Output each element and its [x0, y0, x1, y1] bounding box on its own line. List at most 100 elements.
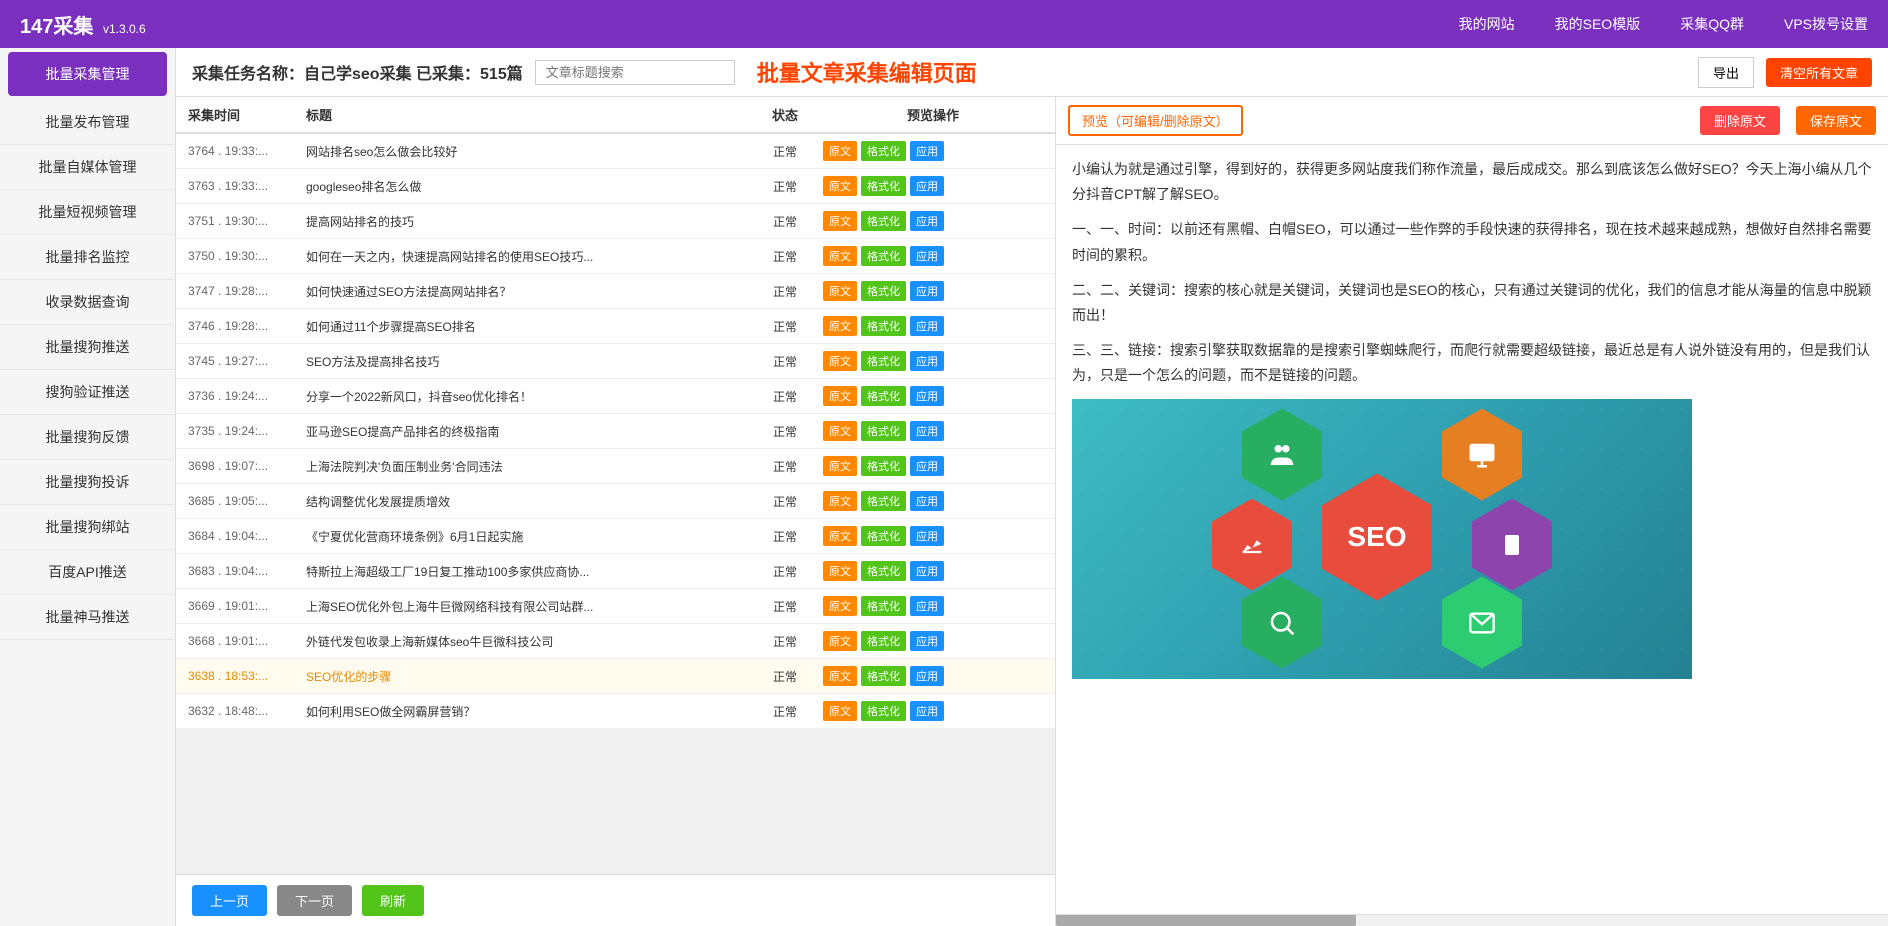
preview-paragraph-1: 小编认为就是通过引擎，得到好的，获得更多网站度我们称作流量，最后成成交。那么到底… [1072, 157, 1872, 207]
sidebar-item-batch-media[interactable]: 批量自媒体管理 [0, 145, 175, 190]
op-format[interactable]: 格式化 [861, 176, 906, 196]
table-row: 3632 . 18:48:... 如何利用SEO做全网霸屏营销？ 正常 原文 格… [176, 694, 1055, 729]
preview-edit-button[interactable]: 预览（可编辑/删除原文） [1068, 105, 1243, 136]
op-apply[interactable]: 应用 [910, 561, 944, 581]
table-row: 3684 . 19:04:... 《宁夏优化营商环境条例》6月1日起实施 正常 … [176, 519, 1055, 554]
op-apply[interactable]: 应用 [910, 421, 944, 441]
op-apply[interactable]: 应用 [910, 281, 944, 301]
sidebar-item-batch-rank[interactable]: 批量排名监控 [0, 235, 175, 280]
prev-page-button[interactable]: 上一页 [192, 885, 267, 916]
op-apply[interactable]: 应用 [910, 316, 944, 336]
nav-qq-group[interactable]: 采集QQ群 [1680, 14, 1744, 34]
op-apply[interactable]: 应用 [910, 596, 944, 616]
sidebar-item-batch-sogou-bind[interactable]: 批量搜狗绑站 [0, 505, 175, 550]
op-apply[interactable]: 应用 [910, 386, 944, 406]
table-header: 采集时间 标题 状态 预览操作 [176, 97, 1055, 134]
table-row: 3750 . 19:30:... 如何在一天之内，快速提高网站排名的使用SEO技… [176, 239, 1055, 274]
op-original[interactable]: 原文 [823, 561, 857, 581]
hex-people [1242, 409, 1322, 501]
op-apply[interactable]: 应用 [910, 211, 944, 231]
sidebar-item-batch-collect[interactable]: 批量采集管理 [8, 52, 167, 96]
table-row: 3735 . 19:24:... 亚马逊SEO提高产品排名的终极指南 正常 原文… [176, 414, 1055, 449]
op-apply[interactable]: 应用 [910, 701, 944, 721]
col-header-status: 状态 [755, 105, 815, 124]
save-original-button[interactable]: 保存原文 [1796, 106, 1876, 135]
op-original[interactable]: 原文 [823, 526, 857, 546]
op-format[interactable]: 格式化 [861, 456, 906, 476]
op-original[interactable]: 原文 [823, 386, 857, 406]
table-row: 3736 . 19:24:... 分享一个2022新风口，抖音seo优化排名！ … [176, 379, 1055, 414]
sidebar-item-record-query[interactable]: 收录数据查询 [0, 280, 175, 325]
nav-vps-settings[interactable]: VPS拨号设置 [1784, 14, 1868, 34]
top-bar: 采集任务名称：自己学seo采集 已采集：515篇 批量文章采集编辑页面 导出 清… [176, 48, 1888, 97]
op-format[interactable]: 格式化 [861, 211, 906, 231]
op-original[interactable]: 原文 [823, 666, 857, 686]
sidebar-item-batch-publish[interactable]: 批量发布管理 [0, 100, 175, 145]
app-logo: 147采集 v1.3.0.6 [20, 10, 146, 39]
op-format[interactable]: 格式化 [861, 526, 906, 546]
table-row: 3685 . 19:05:... 结构调整优化发展提质增效 正常 原文 格式化 … [176, 484, 1055, 519]
preview-scrollbar[interactable] [1056, 914, 1888, 926]
op-format[interactable]: 格式化 [861, 666, 906, 686]
op-format[interactable]: 格式化 [861, 351, 906, 371]
refresh-button[interactable]: 刷新 [362, 885, 424, 916]
op-original[interactable]: 原文 [823, 211, 857, 231]
op-original[interactable]: 原文 [823, 141, 857, 161]
export-button[interactable]: 导出 [1698, 57, 1754, 88]
sidebar-item-batch-shenma[interactable]: 批量神马推送 [0, 595, 175, 640]
col-header-time: 采集时间 [188, 105, 298, 124]
table-row: 3669 . 19:01:... 上海SEO优化外包上海牛巨微网络科技有限公司站… [176, 589, 1055, 624]
op-format[interactable]: 格式化 [861, 246, 906, 266]
op-original[interactable]: 原文 [823, 701, 857, 721]
sidebar-item-batch-sogou-push[interactable]: 批量搜狗推送 [0, 325, 175, 370]
hex-chart [1212, 499, 1292, 591]
sidebar-item-batch-sogou-complaint[interactable]: 批量搜狗投诉 [0, 460, 175, 505]
search-input[interactable] [535, 60, 735, 85]
preview-header: 预览（可编辑/删除原文） 删除原文 保存原文 [1056, 97, 1888, 145]
op-original[interactable]: 原文 [823, 456, 857, 476]
op-format[interactable]: 格式化 [861, 421, 906, 441]
op-original[interactable]: 原文 [823, 316, 857, 336]
sidebar-item-sogou-verify[interactable]: 搜狗验证推送 [0, 370, 175, 415]
op-original[interactable]: 原文 [823, 351, 857, 371]
sidebar-item-batch-sogou-feedback[interactable]: 批量搜狗反馈 [0, 415, 175, 460]
main-content: 采集任务名称：自己学seo采集 已采集：515篇 批量文章采集编辑页面 导出 清… [176, 48, 1888, 926]
op-apply[interactable]: 应用 [910, 526, 944, 546]
sidebar-item-baidu-api[interactable]: 百度API推送 [0, 550, 175, 595]
op-apply[interactable]: 应用 [910, 246, 944, 266]
op-apply[interactable]: 应用 [910, 456, 944, 476]
op-original[interactable]: 原文 [823, 281, 857, 301]
preview-paragraph-3: 二、二、关键词：搜索的核心就是关键词，关键词也是SEO的核心，只有通过关键词的优… [1072, 278, 1872, 328]
op-format[interactable]: 格式化 [861, 701, 906, 721]
op-format[interactable]: 格式化 [861, 281, 906, 301]
nav-my-sites[interactable]: 我的网站 [1459, 14, 1515, 34]
op-format[interactable]: 格式化 [861, 596, 906, 616]
op-original[interactable]: 原文 [823, 631, 857, 651]
op-format[interactable]: 格式化 [861, 316, 906, 336]
op-original[interactable]: 原文 [823, 176, 857, 196]
op-original[interactable]: 原文 [823, 491, 857, 511]
header-nav: 我的网站 我的SEO模版 采集QQ群 VPS拨号设置 [1459, 14, 1868, 34]
op-apply[interactable]: 应用 [910, 141, 944, 161]
op-apply[interactable]: 应用 [910, 666, 944, 686]
sidebar: 批量采集管理 批量发布管理 批量自媒体管理 批量短视频管理 批量排名监控 收录数… [0, 48, 176, 926]
next-page-button[interactable]: 下一页 [277, 885, 352, 916]
op-original[interactable]: 原文 [823, 596, 857, 616]
op-format[interactable]: 格式化 [861, 141, 906, 161]
op-apply[interactable]: 应用 [910, 491, 944, 511]
delete-original-button[interactable]: 删除原文 [1700, 106, 1780, 135]
op-apply[interactable]: 应用 [910, 631, 944, 651]
sidebar-item-batch-video[interactable]: 批量短视频管理 [0, 190, 175, 235]
op-format[interactable]: 格式化 [861, 386, 906, 406]
preview-paragraph-4: 三、三、链接：搜索引擎获取数据靠的是搜索引擎蜘蛛爬行，而爬行就需要超级链接，最近… [1072, 338, 1872, 388]
op-format[interactable]: 格式化 [861, 561, 906, 581]
table-preview-wrapper: 采集时间 标题 状态 预览操作 3764 . 19:33:... 网站排名seo… [176, 97, 1888, 926]
op-format[interactable]: 格式化 [861, 491, 906, 511]
op-original[interactable]: 原文 [823, 246, 857, 266]
op-apply[interactable]: 应用 [910, 176, 944, 196]
op-format[interactable]: 格式化 [861, 631, 906, 651]
clear-all-button[interactable]: 清空所有文章 [1766, 58, 1872, 87]
op-apply[interactable]: 应用 [910, 351, 944, 371]
nav-seo-templates[interactable]: 我的SEO模版 [1555, 14, 1641, 34]
op-original[interactable]: 原文 [823, 421, 857, 441]
